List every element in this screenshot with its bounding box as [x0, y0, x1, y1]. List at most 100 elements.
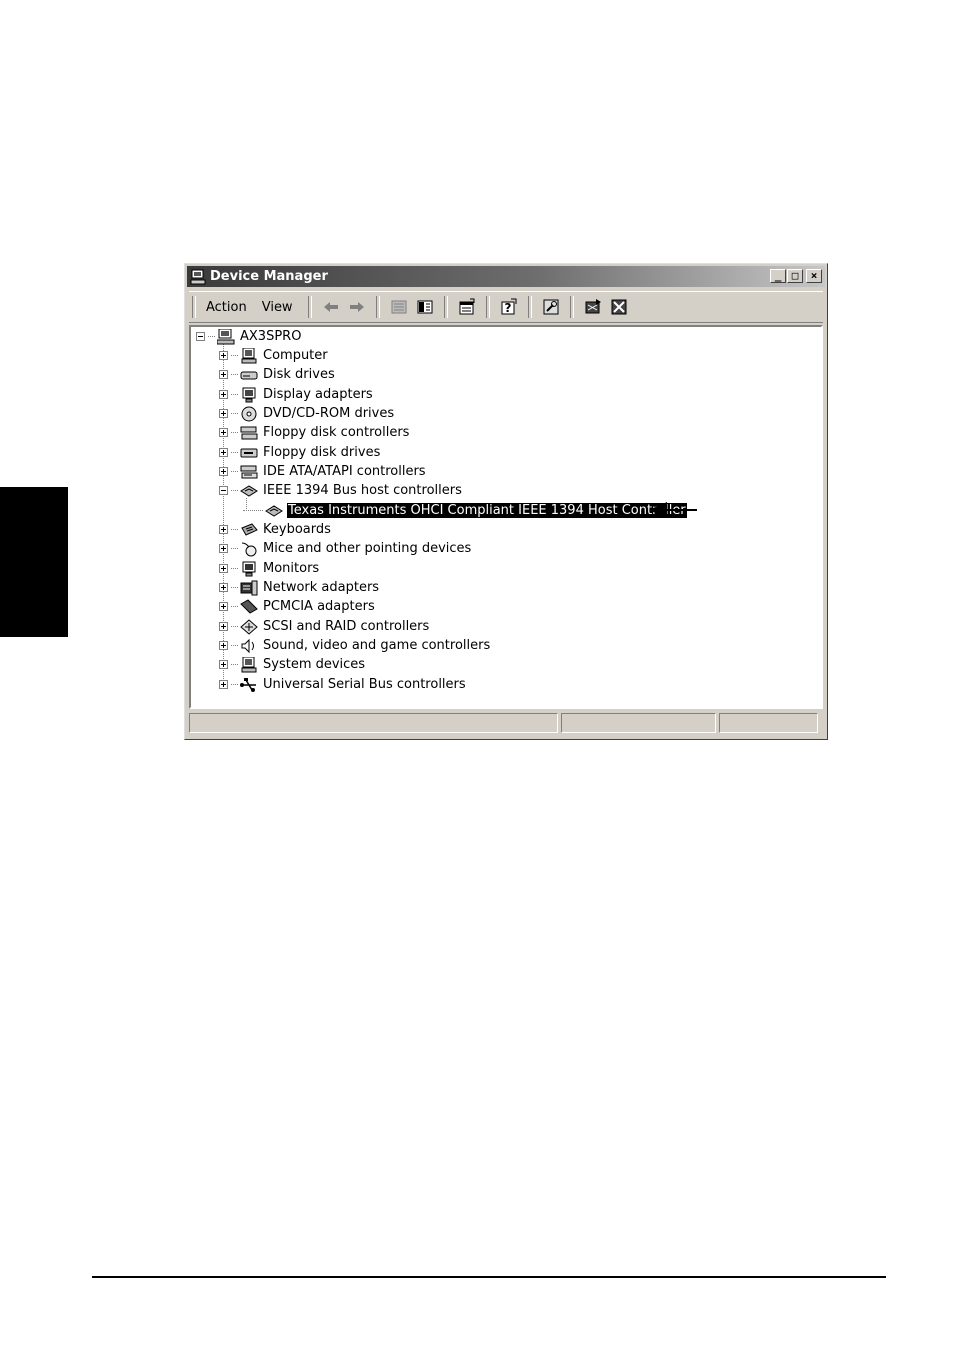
tree-connector — [231, 664, 238, 665]
tree-item-floppy-disk-controllers[interactable]: Floppy disk controllers — [219, 423, 410, 442]
disk-drive-icon — [240, 367, 258, 383]
status-panel — [561, 713, 716, 733]
tree-connector — [231, 452, 238, 453]
tree-connector — [243, 510, 263, 511]
floppy-drive-icon — [240, 445, 258, 461]
expand-icon[interactable] — [219, 622, 228, 631]
expand-icon[interactable] — [219, 564, 228, 573]
tree-item-label: System devices — [263, 657, 366, 672]
back-arrow-icon[interactable] — [320, 296, 342, 318]
callout-arrow-icon — [649, 502, 697, 518]
expand-icon[interactable] — [219, 583, 228, 592]
floppy-controller-icon — [240, 425, 258, 441]
tree-item-label: IEEE 1394 Bus host controllers — [263, 483, 462, 498]
tree-item-label: Display adapters — [263, 387, 373, 402]
tree-item-pcmcia-adapters[interactable]: PCMCIA adapters — [219, 597, 376, 616]
expand-icon[interactable] — [219, 680, 228, 689]
window-title: Device Manager — [210, 269, 328, 284]
status-bar — [189, 713, 823, 733]
pcmcia-icon — [240, 598, 258, 615]
footer-divider — [92, 1276, 886, 1278]
system-devices-icon — [240, 656, 258, 673]
tree-item-ti-ohci-controller[interactable]: Texas Instruments OHCI Compliant IEEE 13… — [243, 501, 688, 520]
toolbar-separator — [527, 296, 532, 318]
properties-icon[interactable] — [456, 296, 478, 318]
tree-connector — [231, 490, 238, 491]
expand-icon[interactable] — [219, 641, 228, 650]
status-panel — [189, 713, 558, 733]
display-adapter-icon — [240, 387, 258, 403]
tree-item-ide-controllers[interactable]: IDE ATA/ATAPI controllers — [219, 462, 427, 481]
title-bar[interactable]: Device Manager _ □ × — [187, 266, 825, 287]
expand-icon[interactable] — [219, 525, 228, 534]
tree-item-label: Floppy disk controllers — [263, 425, 410, 440]
tree-connector — [231, 374, 238, 375]
minimize-button[interactable]: _ — [770, 269, 786, 283]
update-driver-icon[interactable] — [582, 296, 604, 318]
toolbar-grip[interactable] — [192, 296, 196, 318]
tree-connector — [231, 626, 238, 627]
device-manager-window: Device Manager _ □ × Action View ? AX3SP… — [184, 263, 828, 740]
tree-root-label: AX3SPRO — [240, 329, 302, 344]
tree-item-disk-drives[interactable]: Disk drives — [219, 365, 336, 384]
toolbar-separator — [307, 296, 312, 318]
tree-item-sound-video-game[interactable]: Sound, video and game controllers — [219, 636, 491, 655]
tree-connector — [231, 394, 238, 395]
computer-icon — [190, 269, 206, 285]
tree-connector — [231, 684, 238, 685]
collapse-icon[interactable] — [196, 332, 205, 341]
tree-item-label: Universal Serial Bus controllers — [263, 677, 466, 692]
tree-item-network-adapters[interactable]: Network adapters — [219, 578, 380, 597]
uninstall-icon[interactable] — [608, 296, 630, 318]
tree-item-label: SCSI and RAID controllers — [263, 619, 430, 634]
menu-action[interactable]: Action — [200, 298, 253, 317]
close-button[interactable]: × — [806, 269, 822, 283]
tree-item-label: PCMCIA adapters — [263, 599, 375, 614]
expand-icon[interactable] — [219, 409, 228, 418]
expand-icon[interactable] — [219, 448, 228, 457]
help-icon[interactable]: ? — [498, 296, 520, 318]
mouse-icon — [240, 541, 258, 557]
expand-icon[interactable] — [219, 351, 228, 360]
expand-icon[interactable] — [219, 602, 228, 611]
forward-arrow-icon[interactable] — [346, 296, 368, 318]
expand-icon[interactable] — [219, 544, 228, 553]
tree-item-keyboards[interactable]: Keyboards — [219, 520, 332, 539]
tree-item-label: Sound, video and game controllers — [263, 638, 491, 653]
tree-item-usb-controllers[interactable]: Universal Serial Bus controllers — [219, 675, 467, 694]
toolbar-separator — [375, 296, 380, 318]
tree-item-floppy-disk-drives[interactable]: Floppy disk drives — [219, 443, 381, 462]
expand-icon[interactable] — [219, 467, 228, 476]
tree-item-system-devices[interactable]: System devices — [219, 655, 366, 674]
tree-connector — [231, 432, 238, 433]
tree-item-ieee1394-controllers[interactable]: IEEE 1394 Bus host controllers — [219, 481, 463, 500]
tree-item-dvd-cdrom-drives[interactable]: DVD/CD-ROM drives — [219, 404, 395, 423]
tree-connector — [231, 529, 238, 530]
tree-item-label: IDE ATA/ATAPI controllers — [263, 464, 426, 479]
tree-connector — [231, 413, 238, 414]
sound-icon — [240, 638, 258, 654]
maximize-button[interactable]: □ — [787, 269, 803, 283]
tree-item-mice[interactable]: Mice and other pointing devices — [219, 539, 472, 558]
tree-item-label: DVD/CD-ROM drives — [263, 406, 395, 421]
collapse-icon[interactable] — [219, 486, 228, 495]
tree-root[interactable]: AX3SPRO — [196, 327, 302, 346]
monitor-icon — [240, 561, 258, 577]
tree-item-computer[interactable]: Computer — [219, 346, 329, 365]
ieee1394-icon — [240, 483, 258, 499]
tree-item-label: Disk drives — [263, 367, 335, 382]
tree-connector — [231, 568, 238, 569]
expand-icon[interactable] — [219, 660, 228, 669]
tree-item-display-adapters[interactable]: Display adapters — [219, 385, 374, 404]
keyboard-icon — [240, 522, 258, 538]
tree-item-monitors[interactable]: Monitors — [219, 559, 320, 578]
expand-icon[interactable] — [219, 390, 228, 399]
tree-item-scsi-raid-controllers[interactable]: SCSI and RAID controllers — [219, 617, 430, 636]
expand-icon[interactable] — [219, 370, 228, 379]
expand-icon[interactable] — [219, 428, 228, 437]
menu-view[interactable]: View — [256, 298, 299, 317]
scan-hardware-icon[interactable] — [540, 296, 562, 318]
toolbar-separator — [485, 296, 490, 318]
view-icon[interactable] — [388, 296, 410, 318]
show-hide-tree-icon[interactable] — [414, 296, 436, 318]
